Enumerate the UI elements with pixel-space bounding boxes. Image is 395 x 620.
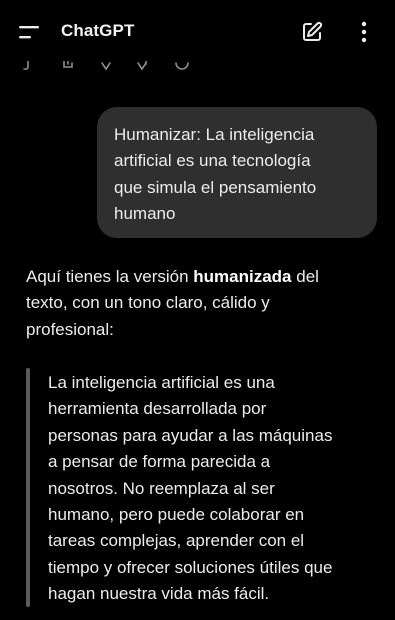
intro-text: del bbox=[291, 267, 319, 286]
new-chat-icon[interactable] bbox=[300, 20, 324, 44]
quote-line: hagan nuestra vida más fácil. bbox=[48, 584, 270, 604]
user-message-line: Humanizar: La inteligencia bbox=[114, 125, 315, 144]
copy-icon[interactable] bbox=[23, 60, 29, 70]
quote-line: a pensar de forma parecida a bbox=[48, 452, 271, 472]
quote-line: humano, pero puede colaborar en bbox=[48, 505, 305, 525]
assistant-intro-line: Aquí tienes la versión humanizada del bbox=[26, 264, 371, 290]
more-options-icon[interactable] bbox=[352, 20, 376, 44]
blockquote-bar bbox=[26, 368, 30, 607]
thumbs-up-icon[interactable] bbox=[101, 62, 111, 71]
app-title: ChatGPT bbox=[61, 21, 135, 40]
intro-bold-text: humanizada bbox=[193, 267, 292, 286]
user-message-line: artificial es una tecnología bbox=[114, 151, 311, 171]
previous-message-actions bbox=[20, 60, 220, 72]
user-message-bubble: Humanizar: La inteligencia artificial es… bbox=[97, 107, 377, 238]
user-message-line: humano bbox=[114, 204, 176, 224]
quote-line: herramienta desarrollada por bbox=[48, 399, 267, 419]
menu-icon[interactable] bbox=[19, 23, 43, 43]
intro-text: Aquí tienes la versión bbox=[26, 267, 194, 286]
quote-line: La inteligencia artificial es una bbox=[48, 373, 275, 392]
quote-line: tareas complejas, aprender con el bbox=[48, 531, 305, 551]
assistant-blockquote: La inteligencia artificial es una herram… bbox=[48, 370, 378, 608]
assistant-intro-line: texto, con un tono claro, cálido y bbox=[26, 293, 270, 313]
quote-line: nosotros. No reemplaza al ser bbox=[48, 478, 275, 498]
top-bar: ChatGPT bbox=[0, 0, 395, 64]
quote-line: tiempo y ofrecer soluciones útiles que bbox=[48, 557, 333, 577]
thumbs-down-icon[interactable] bbox=[137, 60, 147, 71]
assistant-intro-line: profesional: bbox=[26, 319, 114, 339]
user-message-line: que simula el pensamiento bbox=[114, 177, 317, 197]
quote-line: personas para ayudar a las máquinas bbox=[48, 425, 333, 445]
share-icon[interactable] bbox=[63, 60, 73, 68]
regenerate-icon[interactable] bbox=[175, 62, 189, 70]
assistant-intro: Aquí tienes la versión humanizada del te… bbox=[26, 264, 371, 343]
